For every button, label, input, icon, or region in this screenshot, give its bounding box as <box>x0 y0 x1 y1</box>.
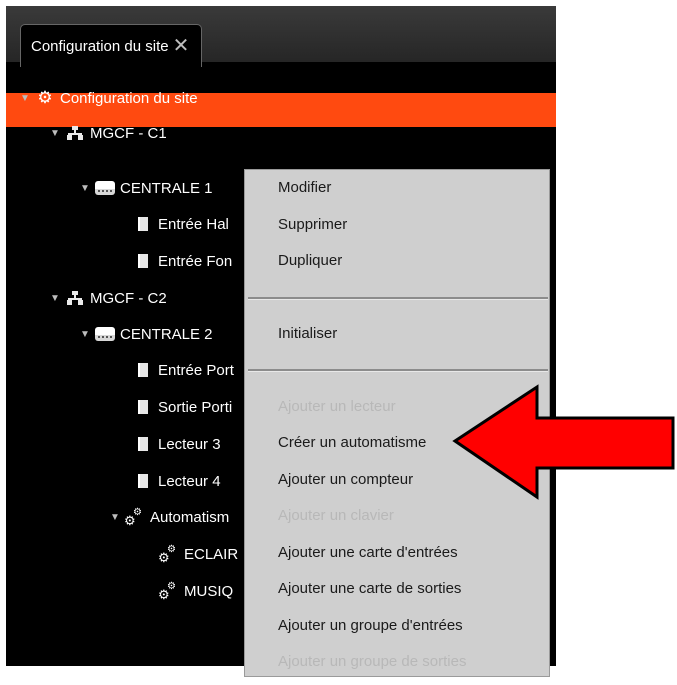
menu-item-ajouter-un-clavier: Ajouter un clavier <box>278 507 394 524</box>
menu-item-creer-un-automatisme[interactable]: Créer un automatisme <box>278 431 426 455</box>
tree-node-label: Lecteur 4 <box>158 472 221 490</box>
device-icon <box>94 181 116 195</box>
menu-item-ajouter-une-carte-d-entrees[interactable]: Ajouter une carte d'entrées <box>278 541 458 565</box>
menu-item-ajouter-un-lecteur: Ajouter un lecteur <box>278 398 396 415</box>
tree-node-label: CENTRALE 2 <box>120 325 213 343</box>
tree-node-label: MGCF - C2 <box>90 289 167 307</box>
menu-item-supprimer[interactable]: Supprimer <box>278 213 347 237</box>
expand-arrow-icon[interactable]: ▼ <box>80 329 94 340</box>
document-icon <box>132 400 154 414</box>
tree-node-root[interactable]: ▼ ⚙ Configuration du site <box>20 82 198 114</box>
menu-item-ajouter-un-groupe-d-entrees[interactable]: Ajouter un groupe d'entrées <box>278 614 463 638</box>
tree-node-centrale-2[interactable]: ▼ CENTRALE 2 <box>80 318 213 350</box>
tree-node-sortie-porti[interactable]: Sortie Porti <box>132 391 232 423</box>
document-icon <box>132 254 154 268</box>
tree-node-eclair[interactable]: ⚙ ⚙ ECLAIR <box>158 538 238 570</box>
document-icon <box>132 474 154 488</box>
close-icon[interactable]: ✕ <box>173 36 190 56</box>
menu-item-ajouter-une-carte-de-sorties[interactable]: Ajouter une carte de sorties <box>278 577 461 601</box>
tree-node-label: MGCF - C1 <box>90 124 167 142</box>
document-icon <box>132 217 154 231</box>
tree-node-automatismes[interactable]: ▼ ⚙ ⚙ Automatism <box>110 501 229 533</box>
menu-separator <box>248 369 548 372</box>
menu-item-modifier[interactable]: Modifier <box>278 176 331 200</box>
tab-title: Configuration du site <box>31 37 169 55</box>
gears-icon: ⚙ ⚙ <box>158 544 176 565</box>
tree-node-label: Sortie Porti <box>158 398 233 416</box>
tree-node-mgcf-c1[interactable]: ▼ MGCF - C1 <box>50 117 167 149</box>
tree-node-label: CENTRALE 1 <box>120 179 213 197</box>
tree-node-entree-hal[interactable]: Entrée Hal <box>132 208 229 240</box>
menu-item-initialiser[interactable]: Initialiser <box>278 322 337 346</box>
expand-arrow-icon[interactable]: ▼ <box>20 93 34 104</box>
tree-node-lecteur-3[interactable]: Lecteur 3 <box>132 428 221 460</box>
tree-node-entree-port[interactable]: Entrée Port <box>132 354 234 386</box>
menu-item-ajouter-un-groupe-de-sorties: Ajouter un groupe de sorties <box>278 653 467 670</box>
tab-configuration-du-site[interactable]: Configuration du site ✕ <box>20 24 203 67</box>
menu-item-ajouter-un-compteur[interactable]: Ajouter un compteur <box>278 468 413 492</box>
annotation-arrow-icon <box>452 384 675 500</box>
tree-node-label: MUSIQ <box>184 582 234 600</box>
tree-node-label: Entrée Fon <box>158 252 233 270</box>
tree-node-label: Entrée Port <box>158 361 234 379</box>
expand-arrow-icon[interactable]: ▼ <box>50 293 64 304</box>
expand-arrow-icon[interactable]: ▼ <box>110 512 124 523</box>
tree-node-entree-fon[interactable]: Entrée Fon <box>132 245 232 277</box>
expand-arrow-icon[interactable]: ▼ <box>80 183 94 194</box>
gear-icon: ⚙ <box>37 88 53 107</box>
tree-node-label: ECLAIR <box>184 545 239 563</box>
tree-node-musiq[interactable]: ⚙ ⚙ MUSIQ <box>158 575 233 607</box>
tree-node-label: Entrée Hal <box>158 215 229 233</box>
network-icon <box>64 291 86 305</box>
document-icon <box>132 363 154 377</box>
device-icon <box>94 327 116 341</box>
network-icon <box>64 126 86 140</box>
tree-node-mgcf-c2[interactable]: ▼ MGCF - C2 <box>50 282 167 314</box>
expand-arrow-icon[interactable]: ▼ <box>50 128 64 139</box>
tree-node-label: Lecteur 3 <box>158 435 221 453</box>
tree-node-lecteur-4[interactable]: Lecteur 4 <box>132 465 221 497</box>
menu-item-dupliquer[interactable]: Dupliquer <box>278 249 342 273</box>
gears-icon: ⚙ ⚙ <box>124 507 142 528</box>
gears-icon: ⚙ ⚙ <box>158 581 176 602</box>
tree-node-label: Automatism <box>150 508 230 526</box>
tree-node-centrale-1[interactable]: ▼ CENTRALE 1 <box>80 172 213 204</box>
tree-node-label: Configuration du site <box>60 89 198 107</box>
document-icon <box>132 437 154 451</box>
menu-separator <box>248 297 548 300</box>
tab-bar: Configuration du site ✕ <box>6 6 556 67</box>
